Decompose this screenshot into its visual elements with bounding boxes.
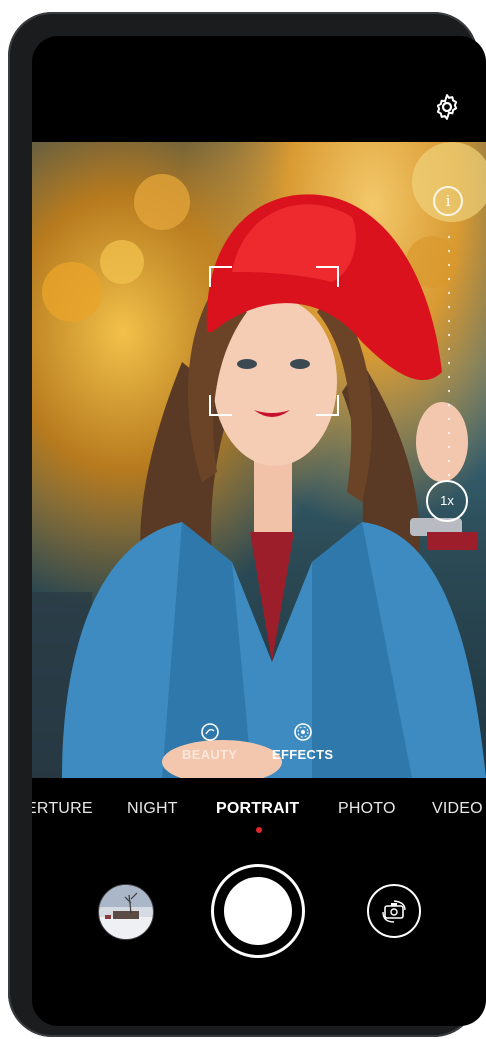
mode-video[interactable]: VIDEO	[432, 800, 483, 818]
settings-gear-icon[interactable]	[432, 92, 462, 122]
effects-toggle[interactable]: EFFECTS	[272, 722, 333, 762]
mode-night[interactable]: NIGHT	[127, 800, 178, 818]
portrait-subject-image	[32, 142, 486, 778]
shutter-button[interactable]	[211, 864, 305, 958]
aperture-effects-icon	[293, 723, 312, 741]
active-mode-indicator	[256, 827, 262, 833]
mode-aperture[interactable]: ERTURE	[32, 800, 93, 818]
shutter-inner	[224, 877, 292, 945]
zoom-level-button[interactable]: 1x	[426, 480, 468, 522]
switch-camera-button[interactable]	[367, 884, 421, 938]
gallery-preview-image	[99, 885, 153, 939]
beauty-face-icon	[200, 723, 219, 741]
zoom-slider-track[interactable]	[448, 230, 450, 480]
face-detection-frame	[209, 266, 339, 416]
phone-frame: i 1x BEAUTY EFFECTS ERTURE NIGHT PORTRAI…	[8, 12, 486, 1037]
beauty-toggle[interactable]: BEAUTY	[182, 722, 237, 762]
camera-viewfinder[interactable]: i 1x BEAUTY EFFECTS	[32, 142, 486, 778]
camera-mode-selector[interactable]: ERTURE NIGHT PORTRAIT PHOTO VIDEO	[32, 800, 486, 830]
info-icon[interactable]: i	[433, 186, 463, 216]
gallery-thumbnail[interactable]	[98, 884, 154, 940]
mode-photo[interactable]: PHOTO	[338, 800, 396, 818]
beauty-label: BEAUTY	[182, 747, 238, 762]
effects-label: EFFECTS	[272, 747, 334, 762]
switch-camera-icon	[382, 900, 406, 923]
mode-portrait[interactable]: PORTRAIT	[216, 800, 299, 818]
camera-screen: i 1x BEAUTY EFFECTS ERTURE NIGHT PORTRAI…	[32, 36, 486, 1026]
